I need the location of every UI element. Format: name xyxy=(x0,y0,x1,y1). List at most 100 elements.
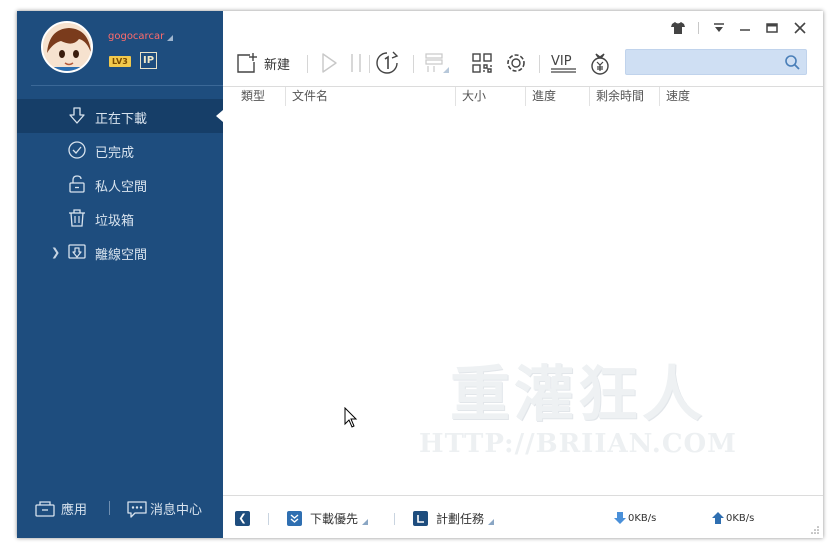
close-icon xyxy=(794,22,806,34)
sort-icon xyxy=(425,53,449,73)
download-icon xyxy=(69,107,85,124)
app-window: gogocarcar LV3 IP 正在下載 已完成 私人空間 垃圾箱 ❯ 離線… xyxy=(17,11,823,538)
sidebar-item-trash[interactable]: 垃圾箱 xyxy=(17,201,223,235)
column-header-remaining[interactable]: 剩余時間 xyxy=(589,87,659,107)
trash-icon xyxy=(69,209,85,227)
footer-divider xyxy=(109,501,110,515)
check-circle-icon xyxy=(68,141,86,159)
apps-label: 應用 xyxy=(61,503,88,518)
refresh-button[interactable] xyxy=(504,49,528,77)
skin-button[interactable] xyxy=(669,19,687,37)
download-speed: 0KB/s xyxy=(613,511,656,525)
column-header-type[interactable]: 類型 xyxy=(235,87,285,107)
sidebar-nav: 正在下載 已完成 私人空間 垃圾箱 ❯ 離線空間 xyxy=(17,99,223,269)
vip-icon: VIP xyxy=(551,54,576,73)
status-divider xyxy=(394,513,395,525)
main-panel: 新建 VIP 類型 文件名 大小 進度 剩余時間 速度 重灌狂人 HTTP://… xyxy=(223,11,823,538)
offline-download-icon xyxy=(68,244,86,259)
play-icon xyxy=(322,53,337,73)
status-divider xyxy=(268,513,269,525)
sidebar: gogocarcar LV3 IP 正在下載 已完成 私人空間 垃圾箱 ❯ 離線… xyxy=(17,11,229,538)
pause-icon xyxy=(351,54,361,72)
sidebar-item-label: 私人空間 xyxy=(95,180,148,195)
table-header: 類型 文件名 大小 進度 剩余時間 速度 xyxy=(223,86,823,107)
apps-icon xyxy=(35,500,55,517)
download-speed-value: 0KB/s xyxy=(628,512,657,524)
menu-button[interactable] xyxy=(710,19,728,37)
toolbar-divider xyxy=(539,55,540,73)
unlock-icon xyxy=(69,175,85,193)
speed-limit-icon xyxy=(376,51,399,74)
download-priority-label: 下載優先 xyxy=(310,512,359,526)
shirt-icon xyxy=(671,22,685,34)
priority-caret-icon xyxy=(362,518,369,525)
arrow-down-icon xyxy=(614,512,626,524)
watermark: 重灌狂人 HTTP://BRIIAN.COM xyxy=(398,346,758,459)
apps-button[interactable]: 應用 xyxy=(35,499,87,518)
back-button[interactable]: ❮ xyxy=(235,511,250,526)
user-avatar[interactable] xyxy=(41,21,93,73)
maximize-icon xyxy=(766,23,778,33)
toolbar: 新建 VIP xyxy=(223,49,823,81)
title-bar xyxy=(223,19,823,39)
close-button[interactable] xyxy=(791,19,809,37)
search-icon[interactable] xyxy=(784,54,800,70)
scheduled-tasks-button[interactable]: 計劃任務 xyxy=(413,510,495,527)
vip-badge[interactable]: IP xyxy=(140,52,157,69)
schedule-icon xyxy=(413,511,428,526)
new-task-button[interactable]: 新建 xyxy=(236,49,290,77)
maximize-button[interactable] xyxy=(763,19,781,37)
title-divider xyxy=(698,22,699,34)
sidebar-item-label: 已完成 xyxy=(95,146,135,161)
column-header-size[interactable]: 大小 xyxy=(455,87,525,107)
column-header-progress[interactable]: 進度 xyxy=(525,87,589,107)
toolbar-divider xyxy=(413,55,414,73)
new-task-label: 新建 xyxy=(264,57,291,73)
gear-refresh-icon xyxy=(507,54,525,72)
resize-grip-icon[interactable] xyxy=(811,526,819,534)
watermark-title: 重灌狂人 xyxy=(450,360,706,430)
upload-speed-value: 0KB/s xyxy=(726,512,755,524)
money-button[interactable] xyxy=(588,49,612,77)
vip-button[interactable]: VIP xyxy=(550,49,578,77)
download-priority-button[interactable]: 下載優先 xyxy=(287,510,369,527)
new-task-icon xyxy=(237,53,257,73)
username[interactable]: gogocarcar xyxy=(108,31,164,42)
upload-speed: 0KB/s xyxy=(711,511,754,525)
qrcode-button[interactable] xyxy=(471,49,493,77)
user-menu-caret-icon[interactable] xyxy=(167,35,173,41)
message-center-label: 消息中心 xyxy=(150,503,203,518)
mouse-cursor-icon xyxy=(344,407,358,428)
menu-dropdown-icon xyxy=(714,23,724,32)
speed-limit-button[interactable] xyxy=(375,49,399,77)
priority-icon xyxy=(287,511,302,526)
money-bag-icon xyxy=(591,53,609,75)
vip-label: VIP xyxy=(551,54,572,69)
start-button[interactable] xyxy=(319,49,339,77)
toolbar-divider xyxy=(307,55,308,73)
schedule-caret-icon xyxy=(488,518,495,525)
qrcode-icon xyxy=(472,53,492,73)
chevron-right-icon[interactable]: ❯ xyxy=(51,246,60,259)
message-center-button[interactable]: 消息中心 xyxy=(126,499,202,518)
download-list[interactable]: 重灌狂人 HTTP://BRIIAN.COM xyxy=(223,106,823,494)
sidebar-item-label: 垃圾箱 xyxy=(95,214,135,229)
sidebar-item-completed[interactable]: 已完成 xyxy=(17,133,223,167)
level-badge[interactable]: LV3 xyxy=(109,56,131,67)
sidebar-item-offline-space[interactable]: ❯ 離線空間 xyxy=(17,235,223,269)
sidebar-item-label: 離線空間 xyxy=(95,248,148,263)
message-icon xyxy=(127,500,147,518)
sidebar-item-downloading[interactable]: 正在下載 xyxy=(17,99,223,133)
search-input[interactable] xyxy=(626,50,776,74)
status-bar: ❮ 下載優先 計劃任務 0KB/s 0KB/s xyxy=(223,495,823,538)
pause-button[interactable] xyxy=(349,49,363,77)
column-header-speed[interactable]: 速度 xyxy=(659,87,739,107)
watermark-url: HTTP://BRIIAN.COM xyxy=(419,429,737,459)
sidebar-footer: 應用 消息中心 xyxy=(17,493,223,523)
sidebar-divider xyxy=(31,85,229,86)
sidebar-item-private-space[interactable]: 私人空間 xyxy=(17,167,223,201)
sort-button[interactable] xyxy=(424,49,450,77)
minimize-icon xyxy=(740,29,750,31)
column-header-filename[interactable]: 文件名 xyxy=(285,87,455,107)
minimize-button[interactable] xyxy=(736,19,754,37)
